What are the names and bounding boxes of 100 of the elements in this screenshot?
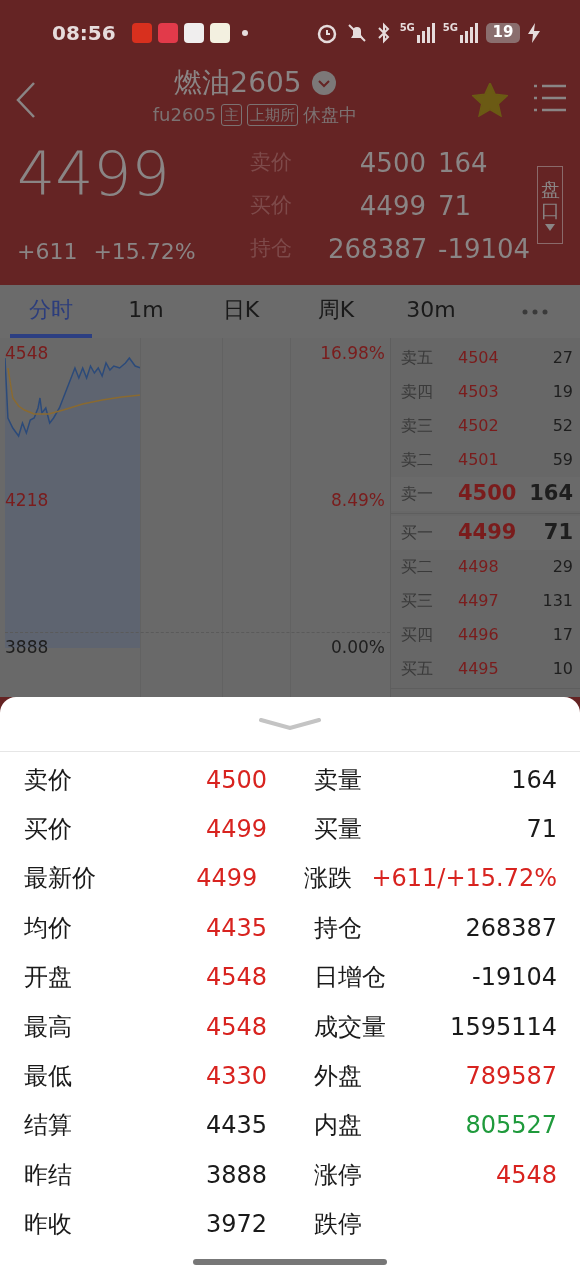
chart-tab[interactable]: 1m — [105, 285, 187, 338]
order-price: 4496 — [458, 624, 499, 646]
order-volume: 27 — [552, 347, 573, 369]
order-book-toggle-button[interactable]: 盘口 — [537, 166, 563, 244]
network-type-label: 5G — [399, 22, 415, 33]
price-axis-label: 4218 — [5, 490, 49, 510]
caret-icon — [545, 223, 555, 231]
percent-axis-label: 16.98% — [320, 343, 385, 363]
collapse-chevron-icon[interactable] — [259, 718, 321, 730]
detail-label: 涨跌 — [304, 863, 354, 895]
detail-label: 买价 — [24, 814, 73, 846]
quote-value: 4499 — [358, 189, 427, 223]
quote-extra-value: 164 — [438, 146, 488, 180]
charging-bolt-icon — [528, 22, 540, 43]
dropdown-circle-icon[interactable] — [311, 71, 336, 95]
detail-value: 4330 — [204, 1061, 267, 1093]
price-change: +611 — [17, 238, 78, 266]
last-price: 4499 — [17, 139, 171, 209]
detail-value: 4548 — [495, 1159, 557, 1191]
order-price: 4501 — [458, 449, 499, 471]
detail-value: 4435 — [204, 1110, 267, 1142]
detail-label: 成交量 — [314, 1011, 384, 1043]
quote-value: 4500 — [358, 146, 427, 180]
price-axis-label: 3888 — [5, 637, 49, 657]
quote-extra-value: 71 — [438, 189, 472, 223]
detail-value: 71 — [526, 814, 557, 846]
detail-label: 最新价 — [24, 863, 97, 895]
detail-label: 开盘 — [24, 962, 73, 994]
order-volume: 131 — [542, 590, 573, 612]
detail-value: 3888 — [204, 1159, 267, 1191]
exchange-tag: 主 — [221, 103, 243, 126]
app-notification-icon — [209, 22, 230, 43]
quote-value: 268387 — [328, 232, 429, 266]
detail-label: 持仓 — [314, 912, 363, 944]
order-volume: 59 — [552, 449, 573, 471]
order-price: 4502 — [458, 415, 499, 437]
muted-bell-icon — [345, 21, 368, 44]
exchange-tag: 上期所 — [247, 103, 299, 126]
signal-bars-icon — [460, 22, 478, 43]
order-price: 4497 — [458, 590, 499, 612]
detail-value: 4499 — [204, 814, 267, 846]
order-price: 4498 — [458, 556, 499, 578]
detail-value: 164 — [511, 764, 557, 796]
detail-label: 日增仓 — [314, 962, 384, 994]
detail-value: 268387 — [465, 912, 557, 944]
detail-value: 4499 — [195, 863, 258, 895]
battery-indicator: 19 — [486, 22, 520, 43]
signal-bars-icon — [416, 22, 435, 43]
percent-axis-label: 0.00% — [331, 637, 385, 657]
detail-label: 跌停 — [314, 1209, 363, 1241]
price-change-percent: +15.72% — [93, 238, 196, 266]
price-axis-label: 4548 — [5, 343, 49, 363]
menu-icon[interactable] — [534, 83, 566, 113]
detail-label: 昨结 — [24, 1159, 73, 1191]
detail-label: 昨收 — [24, 1209, 73, 1241]
app-notification-icon — [183, 22, 204, 43]
star-icon[interactable] — [472, 83, 508, 117]
detail-label: 卖价 — [24, 764, 73, 796]
detail-value: 805527 — [465, 1110, 557, 1142]
detail-label: 内盘 — [314, 1110, 363, 1142]
order-volume: 29 — [552, 556, 573, 578]
detail-value: +611/+15.72% — [371, 863, 557, 895]
order-volume: 17 — [552, 624, 573, 646]
quote-extra-value: -19104 — [438, 232, 531, 266]
detail-label: 外盘 — [314, 1061, 363, 1093]
detail-label: 买量 — [314, 814, 363, 846]
detail-value: 4500 — [204, 764, 267, 796]
chart-tab[interactable]: 日K — [200, 285, 282, 338]
detail-label: 结算 — [24, 1110, 73, 1142]
order-price: 4499 — [458, 519, 517, 547]
app-notification-icon — [131, 22, 152, 43]
detail-value: 4548 — [204, 1011, 267, 1043]
order-price: 4504 — [458, 347, 499, 369]
clock-time: 08:56 — [52, 19, 116, 47]
detail-label: 涨停 — [314, 1159, 363, 1191]
detail-value: 3972 — [204, 1209, 267, 1241]
detail-label: 最低 — [24, 1061, 73, 1093]
order-volume: 71 — [543, 519, 573, 547]
detail-value: 4435 — [204, 912, 267, 944]
order-volume: 52 — [552, 415, 573, 437]
detail-value: 1595114 — [450, 1011, 557, 1043]
bluetooth-icon — [375, 21, 392, 44]
order-volume: 19 — [552, 381, 573, 403]
network-type-label: 5G — [442, 22, 458, 33]
detail-value: 789587 — [465, 1061, 557, 1093]
detail-value: -19104 — [472, 962, 557, 994]
detail-label: 卖量 — [314, 764, 363, 796]
order-price: 4500 — [458, 480, 517, 508]
detail-label: 最高 — [24, 1011, 73, 1043]
order-volume: 10 — [552, 658, 573, 680]
contract-title: 燃油2605 — [174, 65, 302, 101]
order-price: 4495 — [458, 658, 499, 680]
percent-axis-label: 8.49% — [331, 490, 385, 510]
chart-tab[interactable]: 30m — [390, 285, 472, 338]
session-status: 休盘中 — [303, 103, 358, 127]
detail-value: 4548 — [204, 962, 267, 994]
detail-label: 均价 — [24, 912, 73, 944]
chart-tab[interactable]: 周K — [295, 285, 377, 338]
more-dots-icon[interactable] — [522, 308, 548, 315]
order-volume: 164 — [529, 480, 573, 508]
